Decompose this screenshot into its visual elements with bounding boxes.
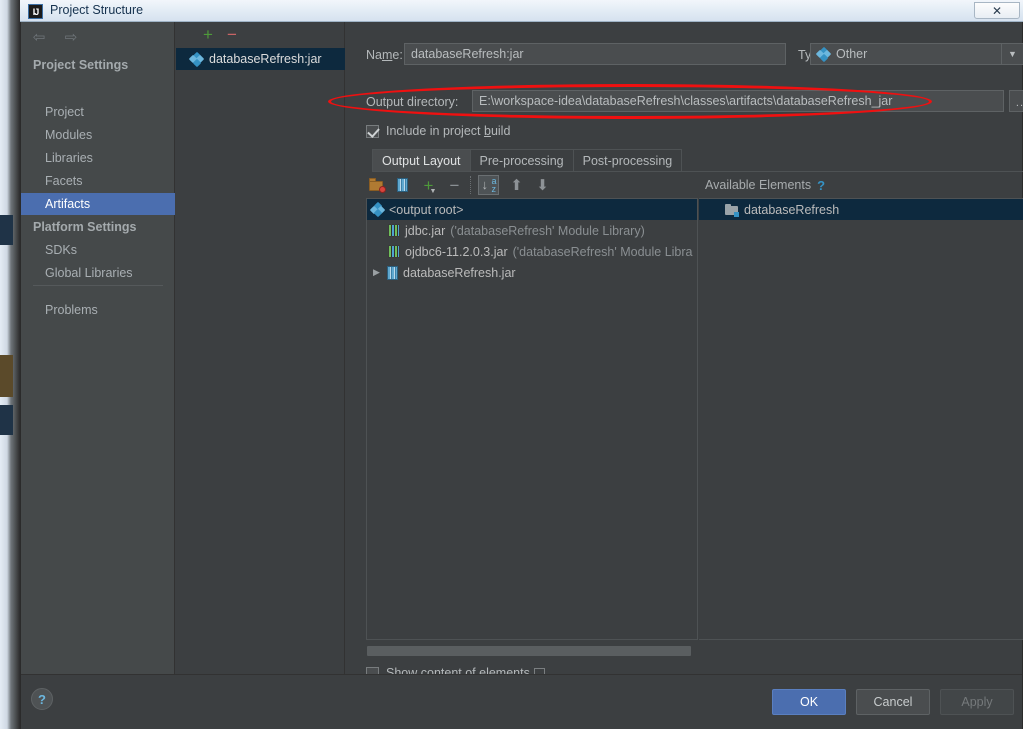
plus-dropdown-icon: + ▼	[423, 175, 437, 195]
tree-row-label: <output root>	[389, 202, 464, 217]
artifact-diamond-icon	[188, 51, 205, 67]
help-button[interactable]: ?	[31, 688, 53, 710]
tree-row[interactable]: jdbc.jar ('databaseRefresh' Module Libra…	[367, 220, 697, 241]
create-archive-button[interactable]	[392, 175, 413, 195]
artifact-list-item[interactable]: databaseRefresh:jar	[176, 48, 345, 70]
sidebar-item-modules[interactable]: Modules	[21, 124, 175, 146]
background-tab	[0, 355, 13, 397]
background-tab	[0, 215, 13, 245]
tab-post-processing[interactable]: Post-processing	[573, 149, 683, 171]
sidebar-divider	[33, 285, 163, 286]
tab-underline	[372, 171, 1023, 172]
artifact-type-diamond-icon	[815, 46, 832, 62]
forward-arrow-icon[interactable]: ⇨	[61, 28, 81, 46]
available-elements-header: Available Elements ?	[699, 174, 1023, 196]
checkbox-box	[366, 124, 379, 138]
tree-row-suffix: ('databaseRefresh' Module Libra	[512, 244, 693, 259]
sort-alpha-icon: ↓ a z	[481, 175, 497, 194]
tree-row[interactable]: ojdbc6-11.2.0.3.jar ('databaseRefresh' M…	[367, 241, 697, 262]
sidebar-item-facets[interactable]: Facets	[21, 170, 175, 192]
chevron-down-icon[interactable]: ▼	[1001, 44, 1023, 64]
back-arrow-icon[interactable]: ⇦	[29, 28, 49, 46]
move-down-button[interactable]: ⬇	[532, 175, 553, 195]
include-in-project-build-checkbox[interactable]: Include in project build	[366, 124, 510, 138]
tree-row[interactable]: ▶ databaseRefresh.jar	[367, 262, 697, 283]
tree-row[interactable]: databaseRefresh	[699, 199, 1023, 220]
toolbar-separator	[470, 176, 471, 194]
create-directory-button[interactable]	[366, 175, 387, 195]
dialog-title: Project Structure	[50, 3, 144, 17]
artifact-diamond-icon	[369, 201, 386, 218]
scrollbar-thumb[interactable]	[367, 646, 691, 656]
tree-row-label: databaseRefresh.jar	[403, 265, 516, 280]
name-field-label: Name:	[366, 48, 403, 62]
add-artifact-button[interactable]: +	[198, 25, 218, 43]
background-ide-left-strip	[0, 0, 20, 729]
horizontal-scrollbar[interactable]	[367, 646, 697, 656]
arrow-down-icon: ⬇	[536, 176, 549, 194]
dialog-titlebar: IJ Project Structure ✕	[20, 0, 1023, 22]
sidebar-item-project[interactable]: Project	[21, 101, 175, 123]
tree-row-label: ojdbc6-11.2.0.3.jar	[405, 244, 508, 259]
project-structure-dialog: IJ Project Structure ✕ ⇦ ⇨ Project Setti…	[20, 0, 1023, 729]
artifact-list-toolbar: + −	[176, 22, 345, 46]
type-select[interactable]: Other ▼	[810, 43, 1023, 65]
tree-row-label: databaseRefresh	[744, 202, 840, 217]
sidebar-item-sdks[interactable]: SDKs	[21, 239, 175, 261]
sidebar-navigation: ⇦ ⇨	[29, 28, 81, 46]
output-directory-label: Output directory:	[366, 95, 459, 109]
settings-sidebar: ⇦ ⇨ Project Settings Project Modules Lib…	[21, 22, 175, 674]
add-copy-of-button[interactable]: + ▼	[418, 175, 439, 195]
sidebar-item-artifacts[interactable]: Artifacts	[21, 193, 175, 215]
available-elements-label: Available Elements	[705, 178, 812, 192]
background-tab	[0, 405, 13, 435]
output-directory-input[interactable]: E:\workspace-idea\databaseRefresh\classe…	[472, 90, 1004, 112]
module-icon	[725, 203, 739, 217]
artifact-editor: Name: databaseRefresh:jar Type: Other ▼ …	[346, 22, 1023, 680]
sidebar-item-problems[interactable]: Problems	[21, 299, 175, 321]
sidebar-group-project-settings: Project Settings	[33, 58, 129, 72]
artifact-list-panel: + − databaseRefresh:jar	[176, 22, 345, 674]
intellij-idea-icon: IJ	[28, 4, 43, 19]
dialog-footer: ? OK Cancel Apply	[21, 674, 1022, 729]
sidebar-item-libraries[interactable]: Libraries	[21, 147, 175, 169]
remove-element-button[interactable]: −	[444, 175, 465, 195]
tree-row-suffix: ('databaseRefresh' Module Library)	[450, 223, 645, 238]
arrow-up-icon: ⬆	[510, 176, 523, 194]
output-layout-tree[interactable]: <output root> jdbc.jar ('databaseRefresh…	[366, 198, 698, 640]
remove-artifact-button[interactable]: −	[222, 25, 242, 43]
tree-row-label: jdbc.jar	[405, 223, 446, 238]
minus-icon: −	[449, 175, 460, 195]
move-up-button[interactable]: ⬆	[506, 175, 527, 195]
archive-icon	[397, 178, 408, 192]
editor-tabs: Output Layout Pre-processing Post-proces…	[372, 149, 683, 171]
apply-button[interactable]: Apply	[940, 689, 1014, 715]
library-icon	[388, 224, 400, 237]
tab-output-layout[interactable]: Output Layout	[372, 149, 471, 171]
sidebar-item-global-libraries[interactable]: Global Libraries	[21, 262, 175, 284]
cancel-button[interactable]: Cancel	[856, 689, 930, 715]
available-elements-tree[interactable]: databaseRefresh	[699, 198, 1023, 640]
sidebar-group-platform-settings: Platform Settings	[33, 220, 137, 234]
artifact-list-item-label: databaseRefresh:jar	[209, 52, 322, 66]
type-select-value: Other	[836, 47, 868, 61]
tab-pre-processing[interactable]: Pre-processing	[470, 149, 574, 171]
library-icon	[388, 245, 400, 258]
sort-button[interactable]: ↓ a z	[478, 175, 499, 195]
name-input[interactable]: databaseRefresh:jar	[404, 43, 786, 65]
expand-triangle-icon[interactable]: ▶	[371, 267, 382, 278]
tree-row[interactable]: <output root>	[367, 199, 697, 220]
archive-icon	[387, 265, 398, 280]
folder-config-icon	[368, 178, 386, 193]
include-in-project-build-label: Include in project build	[386, 124, 511, 138]
dialog-body: ⇦ ⇨ Project Settings Project Modules Lib…	[20, 22, 1023, 729]
help-icon[interactable]: ?	[817, 178, 825, 193]
close-icon[interactable]: ✕	[974, 2, 1020, 19]
ok-button[interactable]: OK	[772, 689, 846, 715]
browse-output-directory-button[interactable]: ...	[1009, 90, 1023, 112]
